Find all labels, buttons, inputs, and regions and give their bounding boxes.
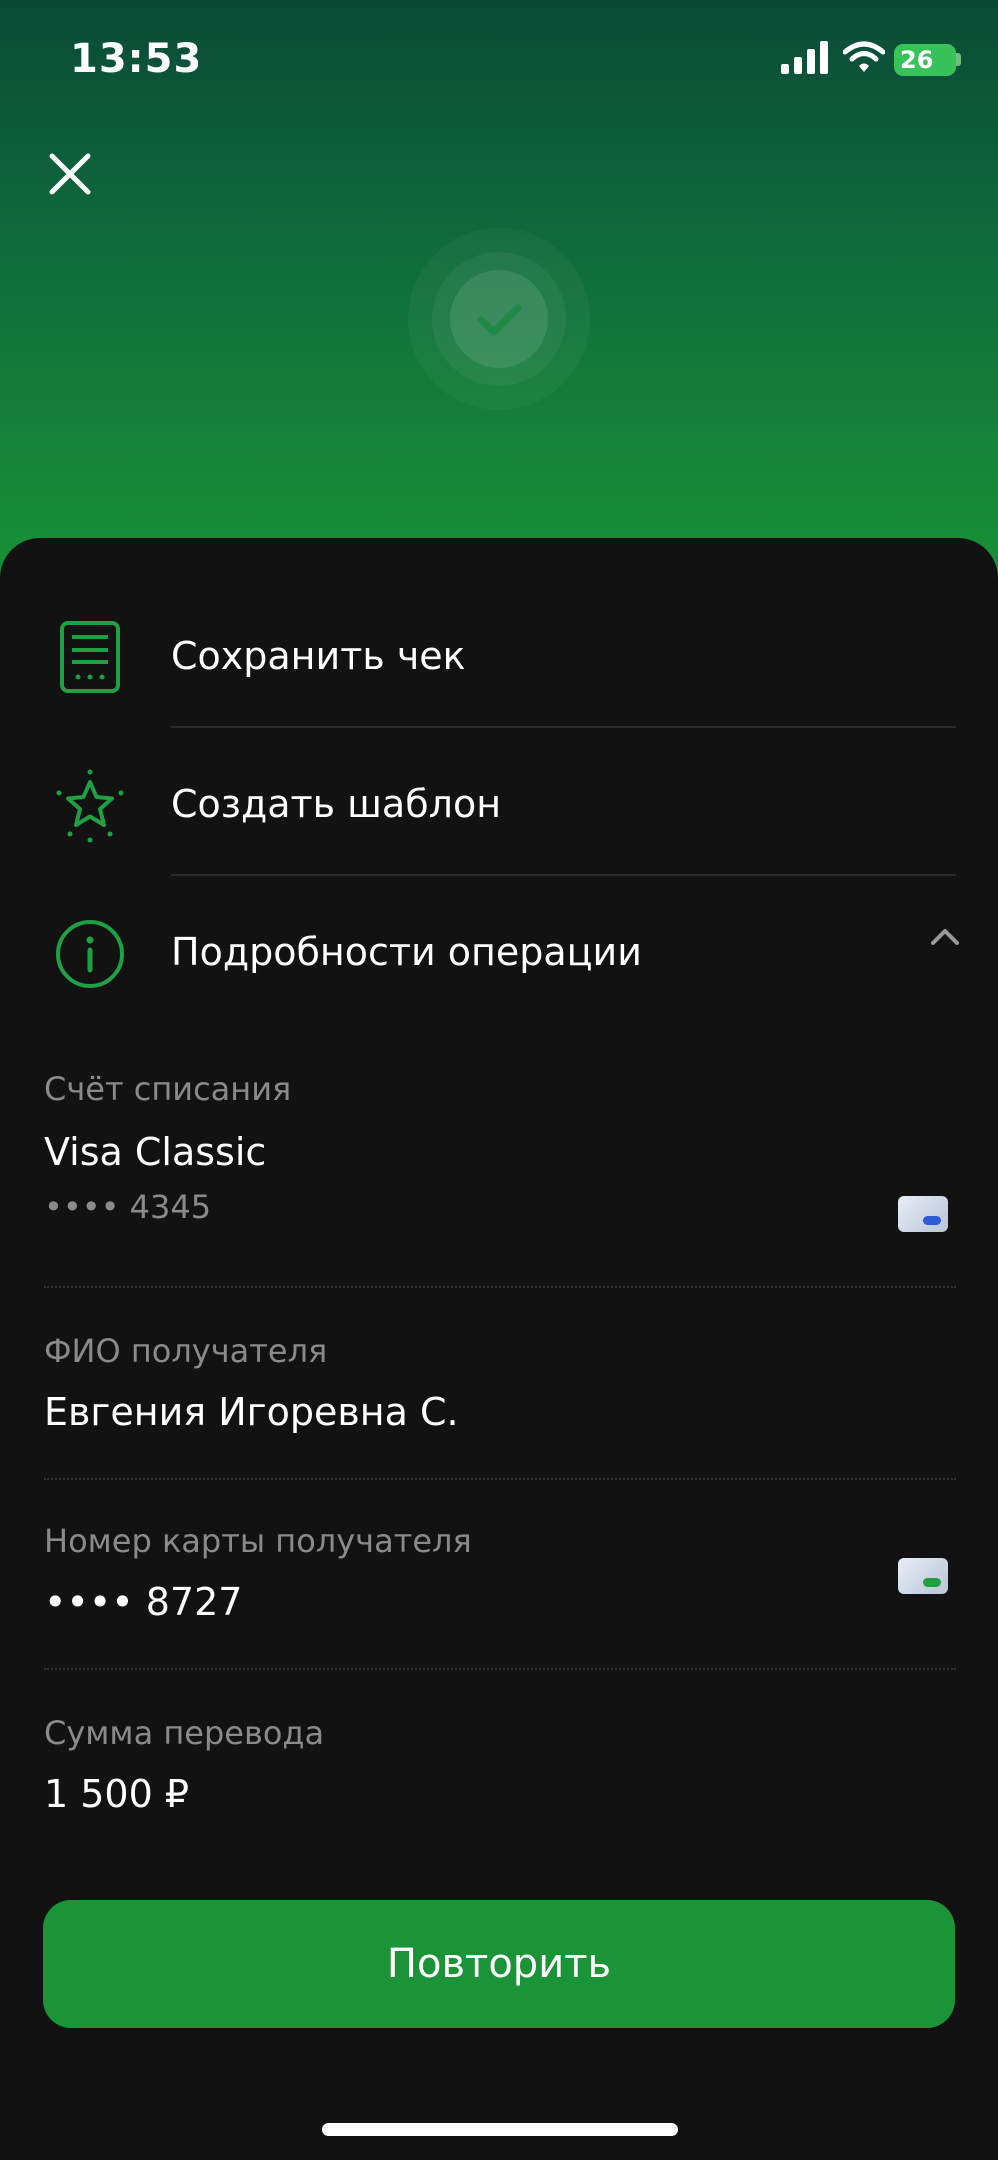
debit-account-number: •••• 4345 <box>44 1188 212 1226</box>
repeat-button[interactable]: Повторить <box>43 1900 955 2028</box>
transfer-amount-value: 1 500 ₽ <box>44 1772 190 1816</box>
home-indicator[interactable] <box>322 2123 678 2136</box>
wifi-icon <box>843 41 885 72</box>
info-icon <box>56 920 124 988</box>
status-bar: 13:53 26 <box>0 0 998 120</box>
save-receipt-label: Сохранить чек <box>171 634 466 678</box>
card-icon <box>898 1558 948 1594</box>
debit-account-name: Visa Classic <box>44 1130 267 1174</box>
dotted-divider <box>44 1668 956 1670</box>
create-template-label: Создать шаблон <box>171 782 502 826</box>
recipient-name-label: ФИО получателя <box>44 1332 328 1370</box>
card-icon <box>898 1196 948 1232</box>
save-receipt-item[interactable]: Сохранить чек <box>0 584 998 732</box>
checkmark-icon <box>477 304 522 336</box>
operation-details-label: Подробности операции <box>171 930 642 974</box>
dotted-divider <box>44 1286 956 1288</box>
dotted-divider <box>44 1478 956 1480</box>
transfer-amount-label: Сумма перевода <box>44 1714 325 1752</box>
recipient-name-value: Евгения Игоревна С. <box>44 1390 459 1434</box>
cellular-signal-icon <box>781 41 828 74</box>
status-time: 13:53 <box>70 36 203 82</box>
debit-account-label: Счёт списания <box>44 1070 292 1108</box>
operation-details-item[interactable]: Подробности операции <box>0 880 998 1028</box>
divider <box>171 874 956 876</box>
battery-cap <box>956 53 961 66</box>
close-icon[interactable] <box>44 148 96 200</box>
battery-level: 26 <box>900 46 934 74</box>
chevron-up-icon[interactable] <box>930 926 960 946</box>
recipient-card-number: •••• 8727 <box>44 1580 243 1624</box>
receipt-icon <box>60 621 120 693</box>
recipient-card-label: Номер карты получателя <box>44 1522 472 1560</box>
star-icon <box>56 769 124 843</box>
success-header: 13:53 26 <box>0 0 998 600</box>
divider <box>171 726 956 728</box>
create-template-item[interactable]: Создать шаблон <box>0 732 998 880</box>
battery-icon: 26 <box>894 44 956 76</box>
success-check-badge <box>408 228 590 410</box>
